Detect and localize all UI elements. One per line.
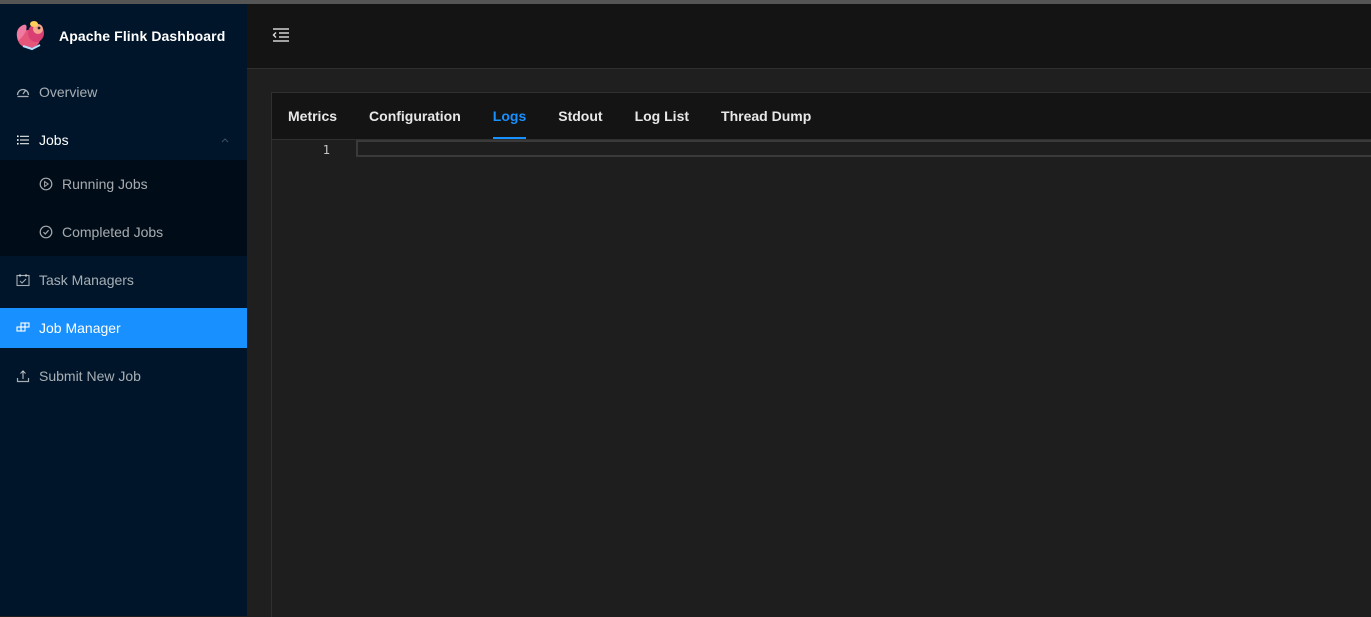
unordered-list-icon	[15, 132, 31, 148]
jobs-submenu: Running Jobs Completed Jobs	[0, 160, 247, 256]
sidebar-item-label: Job Manager	[39, 320, 121, 336]
top-header	[247, 4, 1371, 69]
check-circle-icon	[38, 224, 54, 240]
sidebar-item-label: Completed Jobs	[62, 224, 164, 240]
build-icon	[15, 320, 31, 336]
brand[interactable]: Apache Flink Dashboard	[0, 4, 247, 68]
sidebar-menu: Overview Jobs Running Jobs Completed Job…	[0, 72, 247, 396]
sidebar-item-completed-jobs[interactable]: Completed Jobs	[0, 208, 247, 256]
menu-fold-icon[interactable]	[271, 26, 291, 44]
line-number: 1	[322, 143, 330, 157]
tab-thread-dump[interactable]: Thread Dump	[721, 93, 811, 139]
sidebar-item-label: Submit New Job	[39, 368, 141, 384]
tab-stdout[interactable]: Stdout	[558, 93, 602, 139]
job-manager-card: Metrics Configuration Logs Stdout Log Li…	[271, 92, 1371, 617]
tab-logs[interactable]: Logs	[492, 93, 527, 139]
sidebar-item-jobs[interactable]: Jobs	[0, 120, 247, 160]
app-title: Apache Flink Dashboard	[59, 28, 226, 44]
tab-bar: Metrics Configuration Logs Stdout Log Li…	[272, 93, 1371, 140]
sidebar-item-label: Task Managers	[39, 272, 134, 288]
current-line-highlight[interactable]	[356, 140, 1371, 157]
sidebar-item-label: Overview	[39, 84, 98, 100]
sidebar-item-label: Jobs	[39, 132, 69, 148]
chevron-up-icon	[221, 138, 229, 143]
dashboard-icon	[15, 84, 31, 100]
upload-icon	[15, 368, 31, 384]
sidebar: Apache Flink Dashboard Overview Jobs Run…	[0, 4, 247, 616]
flink-squirrel-logo-icon	[16, 21, 44, 51]
tab-log-list[interactable]: Log List	[635, 93, 689, 139]
sidebar-item-label: Running Jobs	[62, 176, 148, 192]
tab-metrics[interactable]: Metrics	[288, 93, 337, 139]
sidebar-item-task-managers[interactable]: Task Managers	[0, 260, 247, 300]
sidebar-item-running-jobs[interactable]: Running Jobs	[0, 160, 247, 208]
sidebar-item-job-manager[interactable]: Job Manager	[0, 308, 247, 348]
schedule-icon	[15, 272, 31, 288]
tab-configuration[interactable]: Configuration	[369, 93, 461, 139]
play-circle-icon	[38, 176, 54, 192]
log-editor[interactable]: 1	[272, 140, 1371, 617]
sidebar-item-overview[interactable]: Overview	[0, 72, 247, 112]
sidebar-item-submit-new-job[interactable]: Submit New Job	[0, 356, 247, 396]
